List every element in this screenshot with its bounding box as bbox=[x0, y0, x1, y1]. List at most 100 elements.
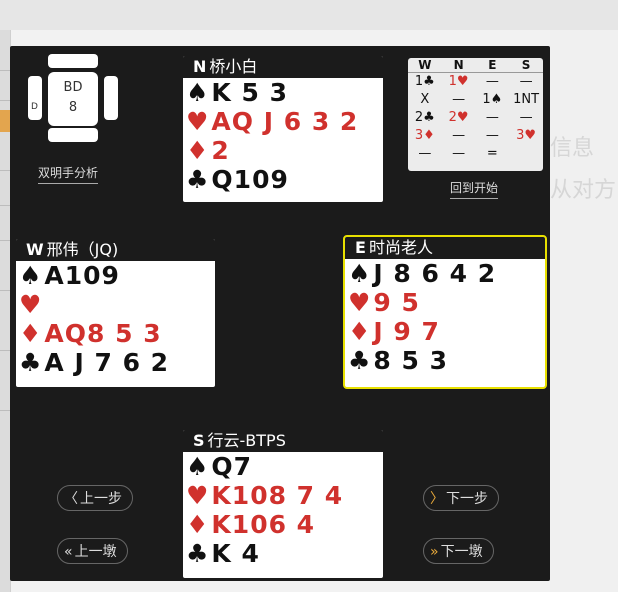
double-chevron-right-icon: » bbox=[430, 544, 439, 560]
bidding-rows: 1♣ 1♥ — — X — 1♠ 1NT 2♣ 2♥ — — 3♦ — — 3♥ — — = bbox=[408, 73, 543, 163]
dealer-mark: D bbox=[31, 102, 38, 112]
bid-cell: 2♣ bbox=[414, 110, 435, 125]
double-dummy-analysis-link[interactable]: 双明手分析 bbox=[38, 164, 99, 184]
bid-cell: 1♠ bbox=[482, 92, 503, 107]
bid-cell: X bbox=[420, 92, 430, 107]
chevron-right-icon: 〉 bbox=[430, 491, 444, 507]
card-list: 2 bbox=[211, 136, 230, 165]
card-list: Q109 bbox=[211, 165, 289, 194]
club-icon: ♣ bbox=[186, 165, 210, 194]
east-hand: E 时尚老人 ♠J 8 6 4 2 ♥9 5 ♦J 9 7 ♣8 5 3 bbox=[343, 235, 547, 389]
card-list: K 5 3 bbox=[211, 78, 288, 107]
west-header: W 邢伟（JQ) bbox=[16, 239, 215, 261]
bidding-row: 2♣ 2♥ — — bbox=[408, 109, 543, 127]
chevron-left-icon: 〈 bbox=[64, 491, 78, 507]
ghost-text: 从对方 bbox=[550, 178, 617, 203]
east-spades[interactable]: ♠J 8 6 4 2 bbox=[345, 259, 545, 288]
south-hand: S 行云-BTPS ♠Q7 ♥K108 7 4 ♦K106 4 ♣K 4 bbox=[183, 430, 383, 578]
bid-cell: — bbox=[452, 92, 466, 107]
next-step-button[interactable]: 〉下一步 bbox=[423, 485, 499, 511]
south-hearts[interactable]: ♥K108 7 4 bbox=[183, 481, 383, 510]
bidding-header-cell: S bbox=[521, 58, 531, 72]
south-clubs[interactable]: ♣K 4 bbox=[183, 539, 383, 568]
north-hearts[interactable]: ♥AQ J 6 3 2 bbox=[183, 107, 383, 136]
bid-cell: — bbox=[452, 146, 466, 161]
board-compass: BD 8 D bbox=[28, 54, 118, 142]
seat-letter: W bbox=[26, 240, 44, 259]
card-list: K 4 bbox=[211, 539, 260, 568]
card-list: Q7 bbox=[211, 452, 253, 481]
east-hearts[interactable]: ♥9 5 bbox=[345, 288, 545, 317]
restart-link[interactable]: 回到开始 bbox=[450, 179, 499, 199]
card-list: A109 bbox=[44, 261, 120, 290]
west-hand: W 邢伟（JQ) ♠A109 ♥ ♦AQ8 5 3 ♣A J 7 6 2 bbox=[16, 239, 215, 387]
bid-cell: = bbox=[486, 146, 498, 161]
card-list: K108 7 4 bbox=[211, 481, 344, 510]
next-trick-label: 下一墩 bbox=[440, 544, 483, 560]
bridge-board: BD 8 D 双明手分析 N 桥小白 ♠K 5 3 ♥AQ J 6 3 2 ♦2 … bbox=[10, 46, 550, 581]
ghost-text: 信息 bbox=[550, 136, 595, 161]
bid-cell: 3♦ bbox=[414, 128, 435, 143]
west-clubs[interactable]: ♣A J 7 6 2 bbox=[16, 348, 215, 377]
board-label: BD bbox=[63, 80, 83, 95]
seat-letter: E bbox=[355, 238, 366, 257]
bidding-header-cell: N bbox=[453, 58, 464, 72]
player-name: 桥小白 bbox=[209, 57, 258, 76]
bidding-row: 1♣ 1♥ — — bbox=[408, 73, 543, 91]
bid-cell: 1♥ bbox=[448, 74, 469, 89]
prev-step-button[interactable]: 〈上一步 bbox=[57, 485, 133, 511]
bidding-table: W N E S 1♣ 1♥ — — X — 1♠ 1NT 2♣ 2♥ — — 3♦ — — 3♥ — — = bbox=[408, 58, 543, 171]
seat-letter: N bbox=[193, 57, 207, 76]
north-spades[interactable]: ♠K 5 3 bbox=[183, 78, 383, 107]
bid-cell: — bbox=[452, 128, 466, 143]
card-list: 9 5 bbox=[373, 288, 420, 317]
spade-icon: ♠ bbox=[348, 259, 372, 288]
north-clubs[interactable]: ♣Q109 bbox=[183, 165, 383, 194]
spade-icon: ♠ bbox=[186, 78, 210, 107]
south-header: S 行云-BTPS bbox=[183, 430, 383, 452]
north-diamonds[interactable]: ♦2 bbox=[183, 136, 383, 165]
prev-trick-button[interactable]: «上一墩 bbox=[57, 538, 128, 564]
diamond-icon: ♦ bbox=[348, 317, 372, 346]
north-seat-marker bbox=[48, 54, 98, 68]
background-right-panel: 信息 从对方 bbox=[550, 30, 618, 592]
background-toolbar bbox=[0, 0, 618, 30]
player-name: 时尚老人 bbox=[368, 238, 433, 257]
west-seat-marker bbox=[28, 76, 42, 120]
heart-icon: ♥ bbox=[348, 288, 372, 317]
bid-cell: — bbox=[519, 110, 533, 125]
bid-cell: — bbox=[485, 128, 499, 143]
east-clubs[interactable]: ♣8 5 3 bbox=[345, 346, 545, 375]
east-seat-marker bbox=[104, 76, 118, 120]
card-list: J 9 7 bbox=[373, 317, 440, 346]
diamond-icon: ♦ bbox=[186, 510, 210, 539]
prev-trick-label: 上一墩 bbox=[74, 544, 117, 560]
bidding-header-cell: W bbox=[418, 58, 432, 72]
spade-icon: ♠ bbox=[19, 261, 43, 290]
heart-icon: ♥ bbox=[186, 481, 210, 510]
bid-cell bbox=[509, 145, 543, 163]
south-seat-marker bbox=[48, 128, 98, 142]
seat-letter: S bbox=[193, 431, 205, 450]
bidding-header-cell: E bbox=[488, 58, 497, 72]
south-spades[interactable]: ♠Q7 bbox=[183, 452, 383, 481]
heart-icon: ♥ bbox=[186, 107, 210, 136]
south-diamonds[interactable]: ♦K106 4 bbox=[183, 510, 383, 539]
heart-icon: ♥ bbox=[19, 290, 43, 319]
card-list: J 8 6 4 2 bbox=[373, 259, 497, 288]
bidding-row: 3♦ — — 3♥ bbox=[408, 127, 543, 145]
diamond-icon: ♦ bbox=[19, 319, 43, 348]
spade-icon: ♠ bbox=[186, 452, 210, 481]
next-step-label: 下一步 bbox=[446, 491, 488, 507]
bidding-header: WNES bbox=[408, 58, 543, 73]
next-trick-button[interactable]: » 下一墩 bbox=[423, 538, 494, 564]
east-diamonds[interactable]: ♦J 9 7 bbox=[345, 317, 545, 346]
west-spades[interactable]: ♠A109 bbox=[16, 261, 215, 290]
north-header: N 桥小白 bbox=[183, 56, 383, 78]
west-hearts[interactable]: ♥ bbox=[16, 290, 215, 319]
card-list: 8 5 3 bbox=[373, 346, 449, 375]
west-diamonds[interactable]: ♦AQ8 5 3 bbox=[16, 319, 215, 348]
diamond-icon: ♦ bbox=[186, 136, 210, 165]
bid-cell: — bbox=[519, 74, 533, 89]
club-icon: ♣ bbox=[19, 348, 43, 377]
